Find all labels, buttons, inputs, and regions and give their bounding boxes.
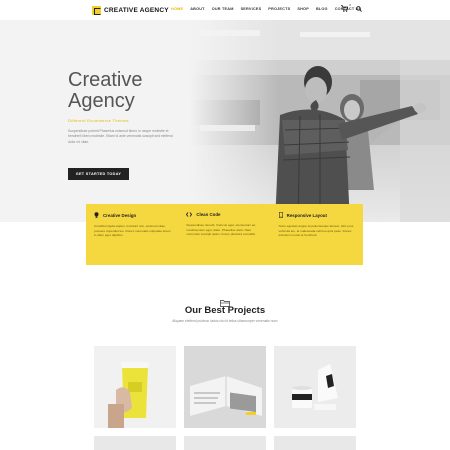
magazine-image xyxy=(184,346,266,428)
nav-item-home[interactable]: HOME xyxy=(171,7,183,11)
project-tile-branding[interactable] xyxy=(274,346,356,428)
logo[interactable]: CREATIVE AGENCY xyxy=(92,5,169,15)
hero-title-line-1: Creative xyxy=(68,69,143,91)
project-tile-6[interactable] xyxy=(274,436,356,450)
nav-item-blog[interactable]: BLOG xyxy=(316,7,328,11)
cart-count-badge: 0 xyxy=(349,3,351,7)
nav-item-about[interactable]: ABOUT xyxy=(190,7,205,11)
nav-item-our-team[interactable]: OUR TEAM xyxy=(212,7,234,11)
hero-title: Creative Agency xyxy=(68,70,142,112)
features-band: Creative Design Curabitur ligula sapien,… xyxy=(86,204,363,265)
logo-icon xyxy=(92,5,101,15)
hero-subtitle: Different Ecommerce Themes xyxy=(68,118,129,123)
coffee-cup-image xyxy=(94,346,176,428)
branding-mockup-image xyxy=(274,346,356,428)
feature-text: Suspendisse nisl elit, rhoncus eget, ele… xyxy=(186,223,256,237)
project-tile-5[interactable] xyxy=(184,436,266,450)
feature-text: Nunc egestas augue at pellentesque laore… xyxy=(278,224,354,238)
feature-title: Clean Code xyxy=(196,212,221,217)
nav-item-shop[interactable]: SHOP xyxy=(297,7,309,11)
cart-icon[interactable]: 0 xyxy=(341,3,351,12)
site-header: CREATIVE AGENCY HOME ABOUT OUR TEAM SERV… xyxy=(0,0,450,20)
get-started-button[interactable]: GET STARTED TODAY xyxy=(68,168,129,180)
project-tile-coffee-cup[interactable] xyxy=(94,346,176,428)
lightbulb-icon xyxy=(94,212,99,218)
project-tile-magazine[interactable] xyxy=(184,346,266,428)
feature-title: Responsive Layout xyxy=(286,212,327,218)
main-nav: HOME ABOUT OUR TEAM SERVICES PROJECTS SH… xyxy=(171,7,361,11)
code-icon xyxy=(186,212,193,217)
hero-description: Suspendisse potenti Phasellus euismod li… xyxy=(68,129,173,144)
search-icon[interactable] xyxy=(356,5,362,12)
feature-title: Creative Design xyxy=(103,212,137,218)
feature-text: Curabitur ligula sapien, tincidunt non, … xyxy=(94,224,171,238)
hero-section: Creative Agency Different Ecommerce Them… xyxy=(0,20,450,222)
header-icons: 0 xyxy=(341,3,362,12)
project-tile-4[interactable] xyxy=(94,436,176,450)
nav-item-services[interactable]: SERVICES xyxy=(241,7,262,11)
feature-creative-design: Creative Design Curabitur ligula sapien,… xyxy=(86,204,178,265)
mobile-icon xyxy=(278,212,283,218)
hero-title-line-2: Agency xyxy=(68,90,135,112)
brand-name: CREATIVE AGENCY xyxy=(104,6,169,14)
feature-responsive-layout: Responsive Layout Nunc egestas augue at … xyxy=(271,204,363,265)
feature-clean-code: Clean Code Suspendisse nisl elit, rhoncu… xyxy=(178,204,270,265)
nav-item-projects[interactable]: PROJECTS xyxy=(268,7,290,11)
projects-subtitle: Aliquam eleifend pulvinar luctus nisi id… xyxy=(172,319,278,323)
projects-title: Our Best Projects xyxy=(184,305,266,316)
